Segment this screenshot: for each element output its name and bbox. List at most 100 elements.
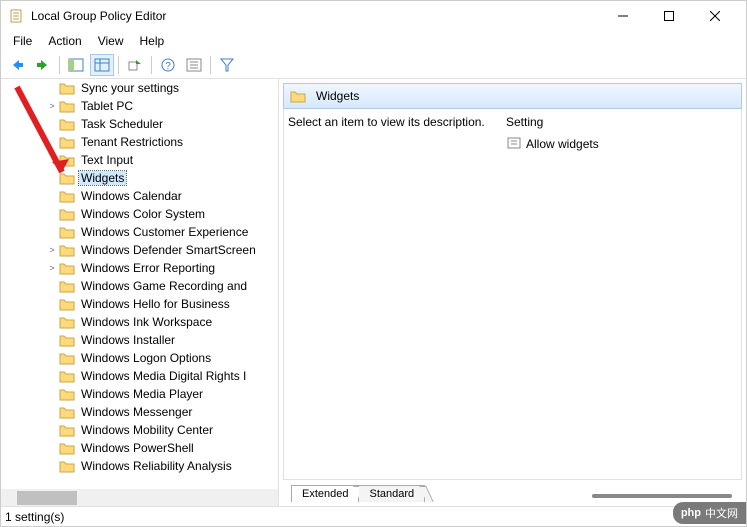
tree-item[interactable]: Windows Color System	[3, 205, 278, 223]
tree-item[interactable]: > Windows Error Reporting	[3, 259, 278, 277]
details-body: Select an item to view its description. …	[283, 109, 742, 480]
folder-icon	[59, 153, 75, 167]
folder-icon	[59, 135, 75, 149]
tree-item[interactable]: Windows Logon Options	[3, 349, 278, 367]
tree-item-label: Task Scheduler	[79, 117, 165, 131]
expand-icon[interactable]: >	[45, 263, 59, 273]
tree-item-label: Windows Customer Experience	[79, 225, 250, 239]
watermark-text: 中文网	[705, 505, 738, 521]
folder-icon	[59, 387, 75, 401]
tab-extended[interactable]: Extended	[291, 485, 359, 502]
details-pane: Widgets Select an item to view its descr…	[279, 79, 746, 506]
tree-item[interactable]: Windows Customer Experience	[3, 223, 278, 241]
tree-item[interactable]: Windows Media Digital Rights I	[3, 367, 278, 385]
folder-icon	[59, 459, 75, 473]
status-bar: 1 setting(s)	[1, 506, 746, 526]
details-header-title: Widgets	[316, 89, 359, 103]
resize-slider[interactable]	[592, 494, 732, 498]
folder-icon	[59, 99, 75, 113]
details-header: Widgets	[283, 83, 742, 109]
setting-icon	[506, 136, 522, 153]
tree-item-label: Windows Installer	[79, 333, 177, 347]
menu-action[interactable]: Action	[40, 34, 89, 48]
toolbar-divider	[151, 56, 152, 74]
toolbar-divider	[210, 56, 211, 74]
tree-item-label: Windows Ink Workspace	[79, 315, 214, 329]
minimize-button[interactable]	[600, 1, 646, 31]
folder-icon	[59, 279, 75, 293]
folder-icon	[59, 297, 75, 311]
tree-item-label: Windows Error Reporting	[79, 261, 217, 275]
tree-item-label: Tablet PC	[79, 99, 135, 113]
tree-item[interactable]: Windows Game Recording and	[3, 277, 278, 295]
tree-item-label: Windows Mobility Center	[79, 423, 215, 437]
column-header-setting[interactable]: Setting	[506, 115, 737, 129]
show-hide-tree-button[interactable]	[64, 54, 88, 76]
tree-item[interactable]: Windows Mobility Center	[3, 421, 278, 439]
tree-item[interactable]: Task Scheduler	[3, 115, 278, 133]
tree-item[interactable]: Windows Hello for Business	[3, 295, 278, 313]
folder-icon	[59, 333, 75, 347]
app-icon	[9, 8, 25, 24]
settings-list: Setting Allow widgets	[506, 115, 737, 475]
setting-label: Allow widgets	[526, 137, 599, 151]
filter-button[interactable]	[215, 54, 239, 76]
tree-item-label: Windows Reliability Analysis	[79, 459, 234, 473]
menu-file[interactable]: File	[5, 34, 40, 48]
toolbar: ?	[1, 51, 746, 79]
tree-item[interactable]: Windows Reliability Analysis	[3, 457, 278, 475]
folder-icon	[59, 243, 75, 257]
tab-standard[interactable]: Standard	[359, 485, 425, 502]
forward-button[interactable]	[31, 54, 55, 76]
properties-button[interactable]	[182, 54, 206, 76]
tree-item[interactable]: Widgets	[3, 169, 278, 187]
tree-view[interactable]: Sync your settings > Tablet PC Task Schedul…	[1, 79, 278, 489]
tree-item-label: Windows Defender SmartScreen	[79, 243, 258, 257]
tree-item-label: Windows Media Digital Rights I	[79, 369, 248, 383]
title-bar: Local Group Policy Editor	[1, 1, 746, 31]
tree-item[interactable]: Windows PowerShell	[3, 439, 278, 457]
watermark: php 中文网	[673, 502, 746, 524]
tree-item-label: Windows Media Player	[79, 387, 205, 401]
back-button[interactable]	[5, 54, 29, 76]
export-button[interactable]	[123, 54, 147, 76]
content-area: Sync your settings > Tablet PC Task Schedul…	[1, 79, 746, 506]
tree-item[interactable]: Tenant Restrictions	[3, 133, 278, 151]
tree-item[interactable]: Text Input	[3, 151, 278, 169]
expand-icon[interactable]: >	[45, 245, 59, 255]
tree-item[interactable]: > Windows Defender SmartScreen	[3, 241, 278, 259]
tree-item[interactable]: Sync your settings	[3, 79, 278, 97]
tree-item[interactable]: Windows Ink Workspace	[3, 313, 278, 331]
horizontal-scrollbar[interactable]	[1, 489, 278, 506]
folder-icon	[59, 423, 75, 437]
folder-icon	[59, 369, 75, 383]
tree-item[interactable]: Windows Messenger	[3, 403, 278, 421]
tree-item-label: Sync your settings	[79, 81, 181, 95]
tree-item[interactable]: Windows Calendar	[3, 187, 278, 205]
menu-view[interactable]: View	[90, 34, 132, 48]
folder-icon	[59, 261, 75, 275]
tree-item-label: Windows PowerShell	[79, 441, 196, 455]
folder-icon	[59, 81, 75, 95]
menu-help[interactable]: Help	[132, 34, 173, 48]
expand-icon[interactable]: >	[45, 101, 59, 111]
tree-item[interactable]: > Tablet PC	[3, 97, 278, 115]
maximize-button[interactable]	[646, 1, 692, 31]
folder-icon	[59, 189, 75, 203]
status-text: 1 setting(s)	[5, 510, 64, 524]
menu-bar: File Action View Help	[1, 31, 746, 51]
tree-item[interactable]: Windows Installer	[3, 331, 278, 349]
setting-row[interactable]: Allow widgets	[506, 135, 737, 153]
php-icon: php	[681, 507, 701, 519]
folder-icon	[59, 225, 75, 239]
folder-icon	[59, 207, 75, 221]
help-button[interactable]: ?	[156, 54, 180, 76]
tree-item-label: Widgets	[79, 171, 126, 185]
window-title: Local Group Policy Editor	[31, 9, 600, 23]
details-button[interactable]	[90, 54, 114, 76]
folder-icon	[290, 89, 306, 103]
close-button[interactable]	[692, 1, 738, 31]
svg-text:?: ?	[165, 61, 171, 72]
folder-icon	[59, 315, 75, 329]
tree-item[interactable]: Windows Media Player	[3, 385, 278, 403]
